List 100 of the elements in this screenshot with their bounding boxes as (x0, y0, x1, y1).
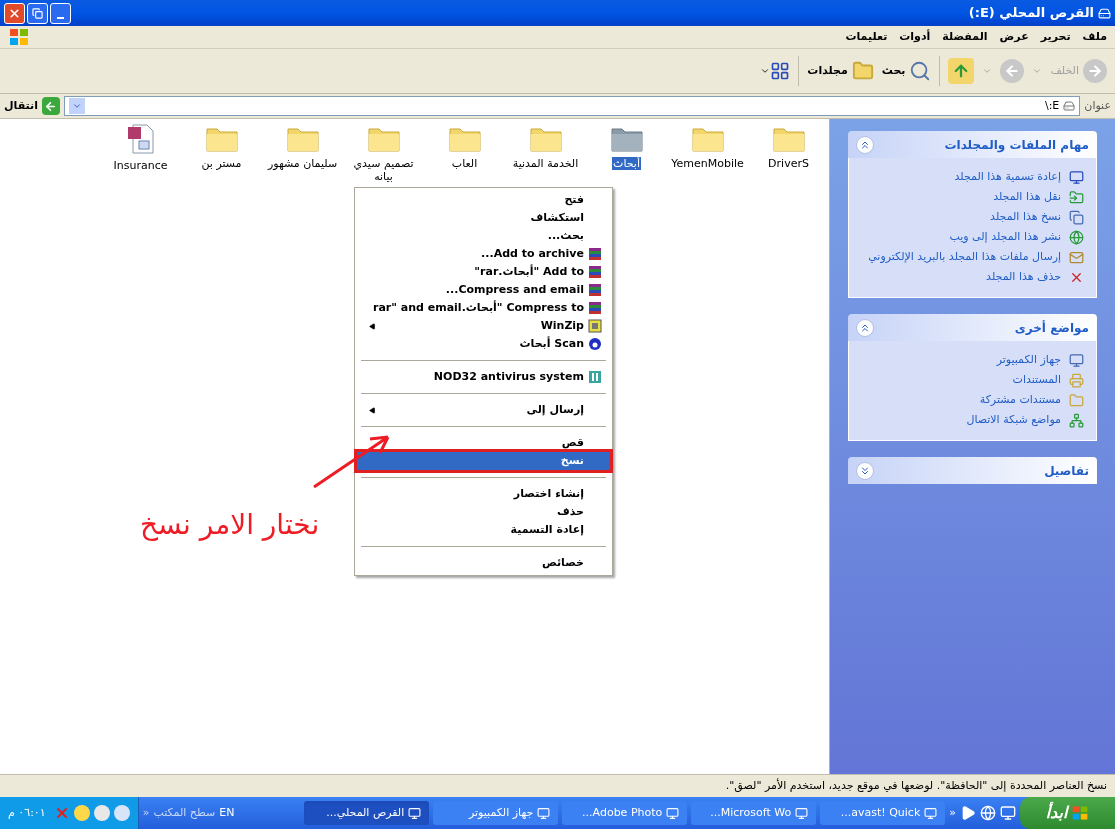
context-menu-item[interactable]: إنشاء اختصار (356, 485, 610, 503)
window-icon (795, 806, 809, 820)
restore-button[interactable] (27, 2, 48, 24)
task-link[interactable]: جهاز الكمبيوتر (996, 353, 1061, 367)
dropdown-button[interactable] (69, 98, 85, 114)
context-menu-item[interactable]: إرسال إلى (356, 401, 610, 419)
window-title: القرص المحلي (E:) (968, 4, 1094, 23)
restore-icon (32, 7, 43, 19)
window-icon (666, 806, 680, 820)
task-link[interactable]: مواضع شبكة الاتصال (966, 413, 1061, 427)
file-label[interactable]: الخدمة المدنية (511, 157, 580, 170)
file-label[interactable]: أبحاث (612, 157, 641, 170)
chevron-text[interactable]: « (949, 804, 956, 822)
context-menu-item[interactable]: فتح (356, 191, 610, 209)
minimize-button[interactable] (50, 2, 71, 24)
drive-icon (1098, 6, 1111, 20)
task-link[interactable]: حذف هذا المجلد (986, 270, 1061, 284)
book-stack-icon (588, 301, 602, 315)
panel-header[interactable]: مهام الملفات والمجلدات (848, 131, 1097, 158)
tray-icon[interactable] (113, 805, 130, 821)
desktop-icon[interactable] (1000, 805, 1016, 821)
context-menu-item[interactable]: Compress and email... (356, 281, 610, 299)
status-text: نسخ العناصر المحددة إلى "الحافظة". لوضعها في موقع جديد، استخدم الأمر "لصق". (725, 777, 1107, 794)
context-menu-item[interactable]: استكشاف (356, 209, 610, 227)
panel-header[interactable]: تفاصيل (848, 457, 1097, 484)
task-link[interactable]: إرسال ملفات هذا المجلد بالبريد الإلكتروني (868, 250, 1061, 264)
menu-item[interactable]: تحرير (1040, 28, 1071, 46)
context-menu-item[interactable]: Compress to "أبحاث.rar" and email (356, 299, 610, 317)
folders-button[interactable]: مجلدات (807, 60, 874, 82)
globe-icon (1069, 230, 1084, 245)
menu-item[interactable]: ملف (1082, 28, 1107, 46)
address-label: عنوان (1084, 97, 1111, 114)
menu-item[interactable]: أدوات (899, 28, 931, 46)
file-label[interactable]: تصميم سيدي بيانه (343, 157, 424, 183)
views-button[interactable] (760, 61, 791, 81)
context-menu-item[interactable]: Add to archive... (356, 245, 610, 263)
menu-item[interactable]: المفضلة (942, 28, 988, 46)
taskbar-button[interactable]: القرص المحلي... (304, 801, 430, 825)
collapse-icon[interactable] (856, 318, 874, 337)
windows-logo-icon (8, 28, 30, 46)
file-label[interactable]: مستر بن (200, 157, 243, 170)
search-icon (909, 60, 932, 82)
file-label[interactable]: Insurance (112, 159, 169, 172)
panel-header[interactable]: مواضع أخرى (848, 314, 1097, 341)
task-link[interactable]: المستندات (1012, 373, 1061, 387)
menu-item[interactable]: تعليمات (845, 28, 888, 46)
book-stack-icon (588, 247, 602, 261)
collapse-icon[interactable] (856, 135, 874, 154)
context-menu-item[interactable]: إعادة التسمية (356, 521, 610, 539)
menu-item[interactable]: عرض (999, 28, 1029, 46)
folder-arrow-icon (1069, 190, 1084, 205)
taskbar-button[interactable]: avast! Quick... (820, 801, 946, 825)
taskbar-button[interactable]: جهاز الكمبيوتر (433, 801, 559, 825)
close-button[interactable] (4, 2, 25, 24)
vise-icon (588, 319, 602, 333)
caret-icon (72, 101, 82, 111)
context-menu-item[interactable]: حذف (356, 503, 610, 521)
context-menu-item[interactable]: خصائص (356, 554, 610, 572)
go-button[interactable]: انتقال (4, 97, 60, 115)
file-label[interactable]: YemenMobile (670, 157, 745, 170)
network-icon (1069, 413, 1084, 428)
task-link[interactable]: نسخ هذا المجلد (990, 210, 1061, 224)
context-menu-item[interactable]: بحث... (356, 227, 610, 245)
tray-icon[interactable] (73, 805, 90, 821)
computer-icon (1069, 353, 1084, 368)
context-menu-item[interactable]: NOD32 antivirus system (356, 368, 610, 386)
book-stack-icon (588, 283, 602, 297)
expand-icon[interactable] (856, 461, 874, 480)
back-arrow-icon (1087, 63, 1103, 79)
task-link[interactable]: نشر هذا المجلد إلى ويب (949, 230, 1061, 244)
drive-icon (1063, 100, 1076, 112)
mail-icon (1069, 250, 1084, 265)
up-folder-button[interactable] (948, 58, 975, 84)
taskbar-button[interactable]: Microsoft Wo... (691, 801, 817, 825)
context-menu-item[interactable]: نسخ (356, 452, 610, 470)
file-label[interactable]: سليمان مشهور (266, 157, 339, 170)
search-button[interactable]: بحث (881, 60, 932, 82)
documents-icon (1069, 373, 1084, 388)
media-player-icon[interactable] (960, 805, 976, 821)
file-label[interactable]: DriverS (767, 157, 810, 170)
tray-icon[interactable] (93, 805, 110, 821)
language-indicator[interactable]: EN (219, 804, 235, 822)
address-field[interactable]: E:\ (64, 96, 1081, 116)
copy-icon (1069, 210, 1084, 225)
caret-icon (760, 66, 771, 76)
browser-icon[interactable] (980, 805, 996, 821)
task-link[interactable]: مستندات مشتركة (979, 393, 1061, 407)
go-arrow-icon (44, 99, 58, 113)
context-menu-item[interactable]: Scan أبحاث (356, 335, 610, 353)
context-menu-item[interactable]: Add to "أبحاث.rar" (356, 263, 610, 281)
taskbar-button[interactable]: Adobe Photo... (562, 801, 688, 825)
monitor-icon (1069, 170, 1084, 185)
clock: ٠٦:٠١ م (8, 804, 46, 821)
context-menu-item[interactable]: WinZip (356, 317, 610, 335)
views-icon (770, 61, 791, 81)
task-link[interactable]: نقل هذا المجلد (993, 190, 1061, 204)
task-link[interactable]: إعادة تسمية هذا المجلد (954, 170, 1061, 184)
context-menu-item[interactable]: قص (356, 434, 610, 452)
file-label[interactable]: العاب (450, 157, 479, 170)
start-button[interactable]: ابدأ (1020, 797, 1115, 829)
